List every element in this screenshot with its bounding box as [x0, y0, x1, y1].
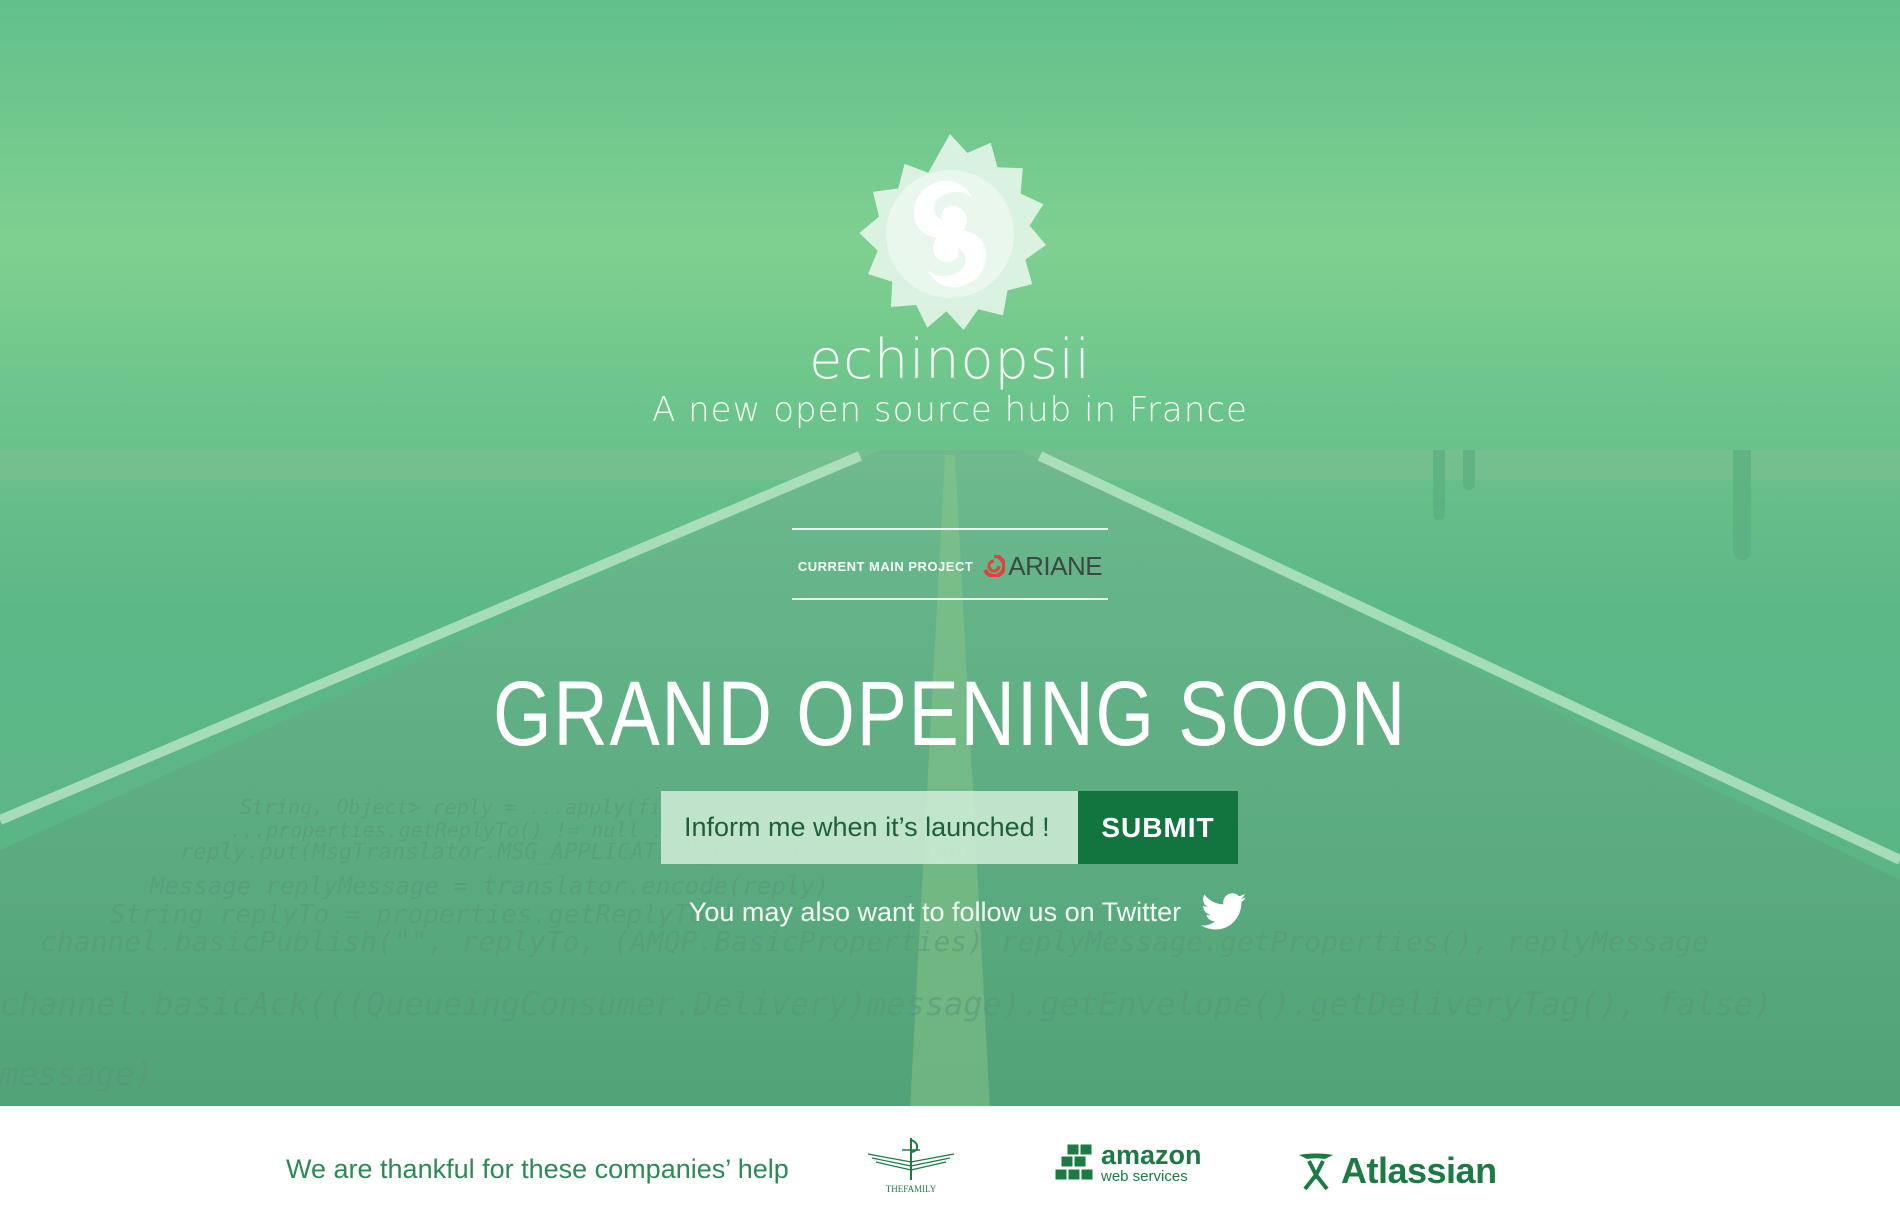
- aws-wordmark: amazon web services: [1101, 1140, 1202, 1185]
- thanks-text: We are thankful for these companies’ hel…: [286, 1154, 789, 1184]
- echinopsii-logo: [846, 130, 1054, 338]
- current-project: CURRENT MAIN PROJECT ARIANE: [792, 549, 1108, 583]
- divider-bottom: [792, 598, 1108, 600]
- twitter-follow: You may also want to follow us on Twitte…: [0, 893, 1900, 931]
- thefamily-name: THEFAMILY: [885, 1184, 937, 1194]
- hero-section: String, Object> reply = ...apply(finalMe…: [0, 0, 1900, 1106]
- email-input[interactable]: [661, 791, 1078, 864]
- sponsor-atlassian[interactable]: Atlassian: [1295, 1150, 1497, 1192]
- submit-button[interactable]: SUBMIT: [1078, 791, 1238, 864]
- brand-name: echinopsii: [809, 328, 1091, 391]
- ariane-name: ARIANE: [1008, 550, 1103, 581]
- current-project-label: CURRENT MAIN PROJECT: [797, 558, 974, 574]
- signup-form: SUBMIT: [661, 791, 1238, 864]
- grand-opening-headline: GRAND OPENING SOON: [493, 663, 1407, 765]
- atlassian-icon: [1299, 1153, 1333, 1191]
- aws-name: amazon: [1101, 1140, 1202, 1170]
- atlassian-name: Atlassian: [1341, 1150, 1497, 1191]
- divider-top: [792, 528, 1108, 530]
- twitter-icon[interactable]: [1201, 893, 1247, 931]
- code-line: (message): [0, 1055, 154, 1093]
- code-line: channel.basicAck(((QueueingConsumer.Deli…: [0, 985, 1773, 1023]
- sponsor-aws[interactable]: amazon web services: [1053, 1142, 1202, 1184]
- sponsor-thefamily[interactable]: THEFAMILY: [866, 1136, 956, 1194]
- aws-cubes-icon: [1054, 1143, 1094, 1181]
- twitter-follow-text: You may also want to follow us on Twitte…: [688, 896, 1182, 927]
- aws-sub: web services: [1101, 1168, 1188, 1185]
- ariane-icon: [983, 555, 1006, 577]
- footer: We are thankful for these companies’ hel…: [0, 1106, 1900, 1216]
- ariane-logo[interactable]: ARIANE: [983, 550, 1103, 582]
- brand-tagline: A new open source hub in France: [652, 390, 1248, 430]
- thefamily-logo-icon: [867, 1138, 955, 1180]
